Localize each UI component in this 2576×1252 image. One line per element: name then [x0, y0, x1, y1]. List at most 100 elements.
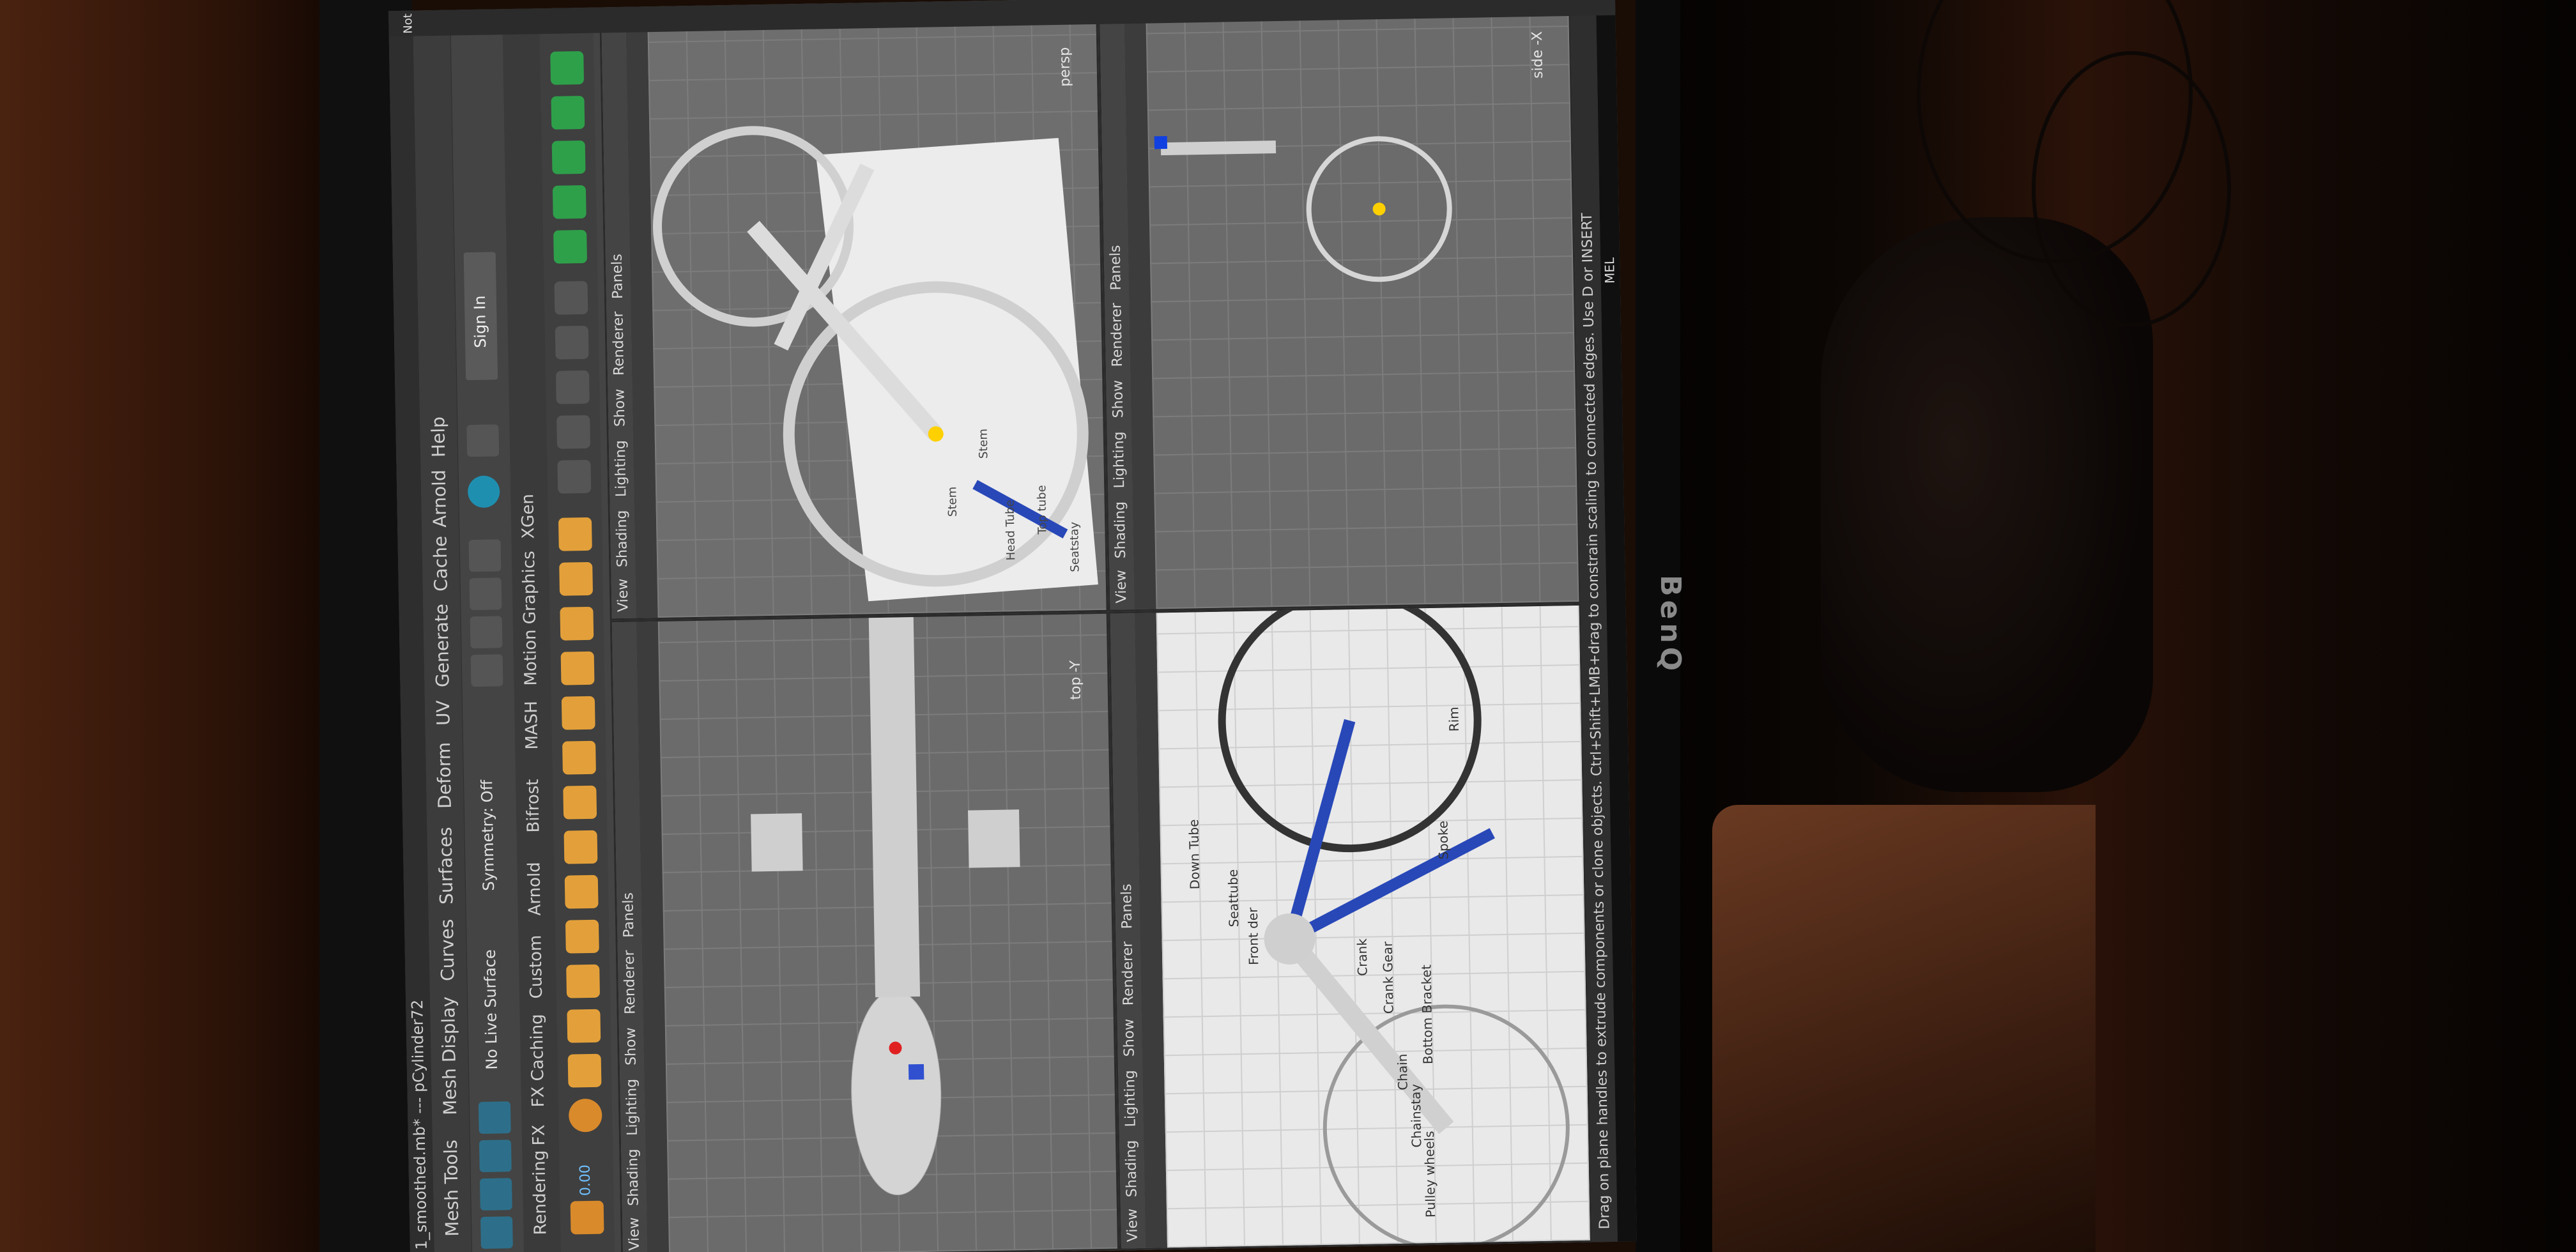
sculpt-icon[interactable]: [556, 415, 591, 449]
pause-icon[interactable]: [466, 424, 500, 457]
paper-bag: [1712, 805, 2096, 1252]
menu-shading[interactable]: Shading: [614, 510, 631, 567]
menu-show[interactable]: Show: [611, 388, 628, 427]
shelf-tab-fx-caching[interactable]: FX Caching: [527, 1014, 548, 1108]
shelf-tab-custom[interactable]: Custom: [526, 935, 546, 999]
viewport-front[interactable]: View Shading Lighting Show Renderer Pane…: [1108, 603, 1592, 1251]
cube-icon[interactable]: [564, 830, 598, 864]
sculpt-icon[interactable]: [554, 280, 588, 315]
note-label: Not: [401, 13, 415, 34]
render-icon[interactable]: [469, 577, 502, 611]
menu-show[interactable]: Show: [1110, 380, 1126, 418]
camera-label: side -X: [1529, 31, 1547, 79]
monitor-screen: 1_smoothed.mb* --- pCylinder72 Mesh Tool…: [388, 0, 1650, 1252]
cube-icon[interactable]: [563, 785, 597, 820]
viewport-persp[interactable]: View Shading Lighting Show Renderer Pane…: [599, 0, 1108, 621]
menu-panels[interactable]: Panels: [610, 254, 626, 299]
menu-cache[interactable]: Cache: [429, 536, 452, 592]
persp-part-label: Stem: [977, 429, 991, 459]
menu-generate[interactable]: Generate: [431, 604, 453, 687]
menu-lighting[interactable]: Lighting: [1122, 1070, 1139, 1127]
menu-curves[interactable]: Curves: [436, 919, 459, 981]
camera-label: persp: [1057, 47, 1074, 87]
cube-icon[interactable]: [562, 740, 596, 775]
menu-show[interactable]: Show: [1121, 1019, 1138, 1057]
coord-readout: 0.00: [577, 1164, 594, 1196]
ipr-icon[interactable]: [467, 475, 500, 508]
cube-icon[interactable]: [561, 696, 595, 730]
cube-icon[interactable]: [558, 517, 592, 551]
shelf-tab-motion-graphics[interactable]: Motion Graphics: [519, 551, 541, 686]
uv-icon[interactable]: [551, 140, 586, 174]
menu-panels[interactable]: Panels: [620, 892, 637, 938]
menu-shading[interactable]: Shading: [1112, 501, 1130, 559]
snap-icon[interactable]: [480, 1216, 513, 1249]
uv-icon[interactable]: [552, 185, 586, 219]
cube-icon[interactable]: [560, 651, 595, 685]
sign-in-button[interactable]: Sign In: [463, 252, 498, 381]
viewport-canvas[interactable]: top -Y: [657, 613, 1118, 1252]
cylinder-icon[interactable]: [567, 1009, 601, 1043]
cube-icon[interactable]: [567, 1053, 602, 1088]
menu-uv[interactable]: UV: [433, 700, 454, 726]
viewport-canvas[interactable]: Down Tube Seattube Front der Crank Crank…: [1156, 603, 1590, 1251]
lasso-icon[interactable]: [557, 459, 592, 494]
sculpt-icon[interactable]: [555, 325, 589, 360]
menu-view[interactable]: View: [615, 579, 632, 613]
snap-icon[interactable]: [479, 1140, 512, 1173]
menu-surfaces[interactable]: Surfaces: [434, 827, 457, 905]
menu-mesh-display[interactable]: Mesh Display: [438, 996, 461, 1115]
viewport-canvas[interactable]: side -X: [1145, 0, 1579, 609]
menu-lighting[interactable]: Lighting: [1111, 431, 1128, 488]
shelf-tab-bifrost[interactable]: Bifrost: [523, 779, 543, 832]
menu-lighting[interactable]: Lighting: [613, 440, 630, 497]
shelf-tab-mash[interactable]: MASH: [522, 701, 542, 750]
viewport-side[interactable]: View Shading Lighting Show Renderer Pane…: [1097, 0, 1581, 612]
persp-part-label: Head Tube: [1004, 500, 1018, 560]
menu-panels[interactable]: Panels: [1119, 883, 1135, 929]
snap-icon[interactable]: [479, 1178, 512, 1211]
render-icon[interactable]: [470, 616, 503, 649]
cube-icon[interactable]: [566, 964, 601, 998]
viewport-canvas[interactable]: Head Tube Top tube Seatstay Stem Stem pe…: [647, 0, 1107, 618]
shelf-tab-arnold[interactable]: Arnold: [525, 862, 544, 916]
uv-icon[interactable]: [553, 229, 587, 264]
uv-icon[interactable]: [550, 50, 585, 85]
sculpt-icon[interactable]: [555, 370, 590, 404]
menu-view[interactable]: View: [1124, 1209, 1141, 1242]
sphere-icon[interactable]: [570, 1200, 604, 1235]
menu-renderer[interactable]: Renderer: [1120, 942, 1137, 1006]
render-icon[interactable]: [470, 654, 503, 687]
menu-arnold[interactable]: Arnold: [429, 470, 451, 528]
menu-mesh-tools[interactable]: Mesh Tools: [440, 1140, 463, 1237]
viewport-top[interactable]: View Shading Lighting Show Renderer Pane…: [610, 611, 1120, 1252]
symmetry-field[interactable]: Symmetry: Off: [478, 780, 498, 891]
uv-icon[interactable]: [551, 95, 585, 130]
menu-view[interactable]: View: [1113, 570, 1130, 604]
ref-label: Pulley wheels: [1422, 1131, 1438, 1218]
render-icon[interactable]: [468, 539, 502, 572]
cube-icon[interactable]: [559, 561, 594, 596]
shelf-tab-fx[interactable]: FX: [530, 1124, 549, 1145]
ref-label: Front der: [1245, 907, 1262, 965]
menu-renderer[interactable]: Renderer: [622, 950, 639, 1014]
live-surface-field[interactable]: No Live Surface: [481, 949, 501, 1070]
menu-view[interactable]: View: [626, 1217, 643, 1251]
menu-panels[interactable]: Panels: [1108, 245, 1124, 290]
menu-renderer[interactable]: Renderer: [1108, 303, 1126, 367]
shelf-tab-rendering[interactable]: Rendering: [530, 1150, 550, 1235]
cube-icon[interactable]: [565, 919, 599, 954]
maya-window: 1_smoothed.mb* --- pCylinder72 Mesh Tool…: [388, 0, 1637, 1252]
shelf-tab-xgen[interactable]: XGen: [518, 494, 538, 539]
menu-help[interactable]: Help: [427, 416, 449, 457]
cube-icon[interactable]: [564, 874, 599, 909]
snap-icon[interactable]: [478, 1101, 511, 1134]
menu-deform[interactable]: Deform: [433, 742, 456, 809]
cube-icon[interactable]: [560, 606, 594, 641]
menu-show[interactable]: Show: [623, 1027, 640, 1065]
menu-shading[interactable]: Shading: [625, 1149, 642, 1206]
menu-renderer[interactable]: Renderer: [610, 311, 627, 376]
sphere-icon[interactable]: [568, 1098, 602, 1133]
menu-lighting[interactable]: Lighting: [624, 1079, 641, 1136]
menu-shading[interactable]: Shading: [1123, 1140, 1140, 1198]
